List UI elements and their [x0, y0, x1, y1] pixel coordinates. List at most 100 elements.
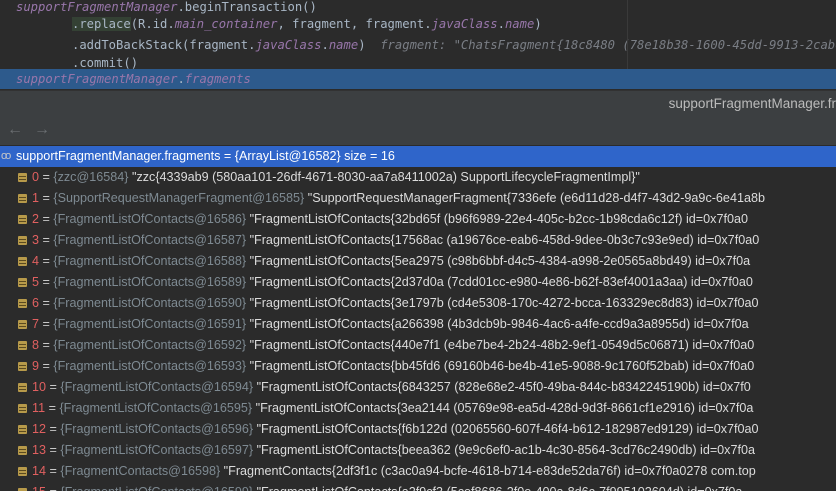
tree-item-label: 7 = {FragmentListOfContacts@16591} "Frag…	[32, 314, 749, 335]
tree-item-label: 8 = {FragmentListOfContacts@16592} "Frag…	[32, 335, 754, 356]
item-equals: =	[46, 485, 60, 491]
item-index: 7	[32, 317, 40, 331]
tree-item-row[interactable]: 11 = {FragmentListOfContacts@16595} "Fra…	[0, 398, 836, 419]
code-token-commit: .commit()	[72, 56, 139, 70]
item-reference: {FragmentListOfContacts@16592}	[53, 338, 247, 352]
forward-arrow-icon[interactable]: →	[33, 121, 51, 139]
tree-item-row[interactable]: 2 = {FragmentListOfContacts@16586} "Frag…	[0, 209, 836, 230]
item-value: "FragmentListOfContacts{6843257 (828e68e…	[253, 380, 751, 394]
item-reference: {FragmentListOfContacts@16586}	[53, 212, 247, 226]
field-icon	[18, 341, 27, 350]
item-equals: =	[39, 233, 54, 247]
tree-item-label: 13 = {FragmentListOfContacts@16597} "Fra…	[32, 440, 755, 461]
back-arrow-icon[interactable]: ←	[6, 121, 24, 139]
item-equals: =	[39, 317, 54, 331]
code-editor[interactable]: supportFragmentManager.beginTransaction(…	[0, 0, 836, 90]
item-reference: {FragmentListOfContacts@16594}	[60, 380, 254, 394]
tree-item-label: 5 = {FragmentListOfContacts@16589} "Frag…	[32, 272, 753, 293]
code-token-name: name	[504, 17, 535, 31]
field-icon	[18, 236, 27, 245]
code-line-replace: .replace(R.id.main_container, fragment, …	[72, 15, 542, 33]
tree-item-label: 11 = {FragmentListOfContacts@16595} "Fra…	[32, 398, 753, 419]
tree-item-row[interactable]: 5 = {FragmentListOfContacts@16589} "Frag…	[0, 272, 836, 293]
tree-item-row[interactable]: 10 = {FragmentListOfContacts@16594} "Fra…	[0, 377, 836, 398]
item-index: 1	[32, 191, 40, 205]
tree-item-row[interactable]: 9 = {FragmentListOfContacts@16593} "Frag…	[0, 356, 836, 377]
code-token-replace: .replace	[72, 17, 131, 31]
item-value: "FragmentListOfContacts{f6b122d (0206556…	[253, 422, 759, 436]
code-token-close: )	[358, 38, 366, 52]
item-reference: {SupportRequestManagerFragment@16585}	[53, 191, 305, 205]
tree-item-row[interactable]: 0 = {zzc@16584} "zzc{4339ab9 (580aa101-2…	[0, 167, 836, 188]
evaluate-window-title: supportFragmentManager.fr	[668, 96, 836, 111]
item-reference: {FragmentListOfContacts@16588}	[53, 254, 247, 268]
code-token-close: )	[534, 17, 542, 31]
code-token-manager: supportFragmentManager	[16, 0, 178, 14]
tree-item-label: 9 = {FragmentListOfContacts@16593} "Frag…	[32, 356, 754, 377]
tree-root-row[interactable]: oo supportFragmentManager.fragments = {A…	[0, 146, 836, 167]
field-icon	[18, 362, 27, 371]
tree-item-row[interactable]: 13 = {FragmentListOfContacts@16597} "Fra…	[0, 440, 836, 461]
code-line-add-to-back-stack: .addToBackStack(fragment.javaClass.name)…	[72, 36, 836, 54]
variables-tree[interactable]: oo supportFragmentManager.fragments = {A…	[0, 146, 836, 491]
item-reference: {FragmentListOfContacts@16587}	[53, 233, 247, 247]
tree-item-row[interactable]: 8 = {FragmentListOfContacts@16592} "Frag…	[0, 335, 836, 356]
item-index: 8	[32, 338, 40, 352]
item-equals: =	[46, 443, 61, 457]
tree-item-label: 12 = {FragmentListOfContacts@16596} "Fra…	[32, 419, 759, 440]
item-index: 5	[32, 275, 40, 289]
code-token-args-prefix: (R.id.	[130, 17, 175, 31]
item-reference: {FragmentListOfContacts@16599}	[60, 485, 253, 491]
item-reference: {FragmentListOfContacts@16590}	[53, 296, 247, 310]
item-index: 3	[32, 233, 40, 247]
item-equals: =	[46, 464, 61, 478]
item-equals: =	[39, 275, 54, 289]
field-icon	[18, 425, 27, 434]
item-equals: =	[45, 401, 60, 415]
item-value: "FragmentListOfContacts{a2f9cf3 (5cef868…	[253, 485, 743, 491]
field-icon	[18, 446, 27, 455]
item-index: 10	[32, 380, 47, 394]
item-value: "FragmentContacts{2df3f1c (c3ac0a94-bcfe…	[220, 464, 756, 478]
code-token-args-mid: , fragment, fragment.	[277, 17, 432, 31]
code-token-dot: .	[177, 72, 185, 86]
item-index: 4	[32, 254, 40, 268]
tree-item-row[interactable]: 3 = {FragmentListOfContacts@16587} "Frag…	[0, 230, 836, 251]
tree-item-row[interactable]: 4 = {FragmentListOfContacts@16588} "Frag…	[0, 251, 836, 272]
item-index: 13	[32, 443, 47, 457]
item-index: 9	[32, 359, 40, 373]
item-equals: =	[39, 254, 54, 268]
field-icon	[18, 467, 27, 476]
tree-item-row[interactable]: 1 = {SupportRequestManagerFragment@16585…	[0, 188, 836, 209]
item-value: "FragmentListOfContacts{a266398 (4b3dcb9…	[246, 317, 749, 331]
field-icon	[18, 215, 27, 224]
item-reference: {FragmentListOfContacts@16596}	[60, 422, 254, 436]
inline-debug-hint: fragment: "ChatsFragment{18c8480 (78e18b…	[380, 38, 836, 52]
code-token-dot: .	[321, 38, 329, 52]
item-index: 2	[32, 212, 40, 226]
tree-item-label: 4 = {FragmentListOfContacts@16588} "Frag…	[32, 251, 750, 272]
item-reference: {FragmentListOfContacts@16589}	[53, 275, 247, 289]
tree-item-row[interactable]: 12 = {FragmentListOfContacts@16596} "Fra…	[0, 419, 836, 440]
item-value: "FragmentListOfContacts{3ea2144 (05769e9…	[252, 401, 754, 415]
tree-item-row[interactable]: 6 = {FragmentListOfContacts@16590} "Frag…	[0, 293, 836, 314]
watch-icon: oo	[1, 150, 11, 162]
tree-item-label: 6 = {FragmentListOfContacts@16590} "Frag…	[32, 293, 759, 314]
code-token-main-container: main_container	[174, 17, 278, 31]
tree-item-row[interactable]: 15 = {FragmentListOfContacts@16599} "Fra…	[0, 482, 836, 491]
tree-item-row[interactable]: 7 = {FragmentListOfContacts@16591} "Frag…	[0, 314, 836, 335]
item-reference: {FragmentListOfContacts@16591}	[53, 317, 247, 331]
item-value: "zzc{4339ab9 (580aa101-26df-4671-8030-aa…	[128, 170, 640, 184]
right-margin-guide	[627, 0, 628, 69]
item-value: "FragmentListOfContacts{5ea2975 (c98b6bb…	[246, 254, 751, 268]
tree-item-label: 10 = {FragmentListOfContacts@16594} "Fra…	[32, 377, 751, 398]
tree-item-row[interactable]: 14 = {FragmentContacts@16598} "FragmentC…	[0, 461, 836, 482]
item-equals: =	[46, 380, 61, 394]
item-equals: =	[39, 191, 54, 205]
code-token-java-class: javaClass	[255, 38, 322, 52]
code-token-fragments: fragments	[184, 72, 251, 86]
code-line-highlighted[interactable]: supportFragmentManager.fragments	[0, 69, 836, 89]
item-index: 14	[32, 464, 47, 478]
item-value: "SupportRequestManagerFragment{7336efe (…	[304, 191, 765, 205]
tree-item-label: 1 = {SupportRequestManagerFragment@16585…	[32, 188, 765, 209]
